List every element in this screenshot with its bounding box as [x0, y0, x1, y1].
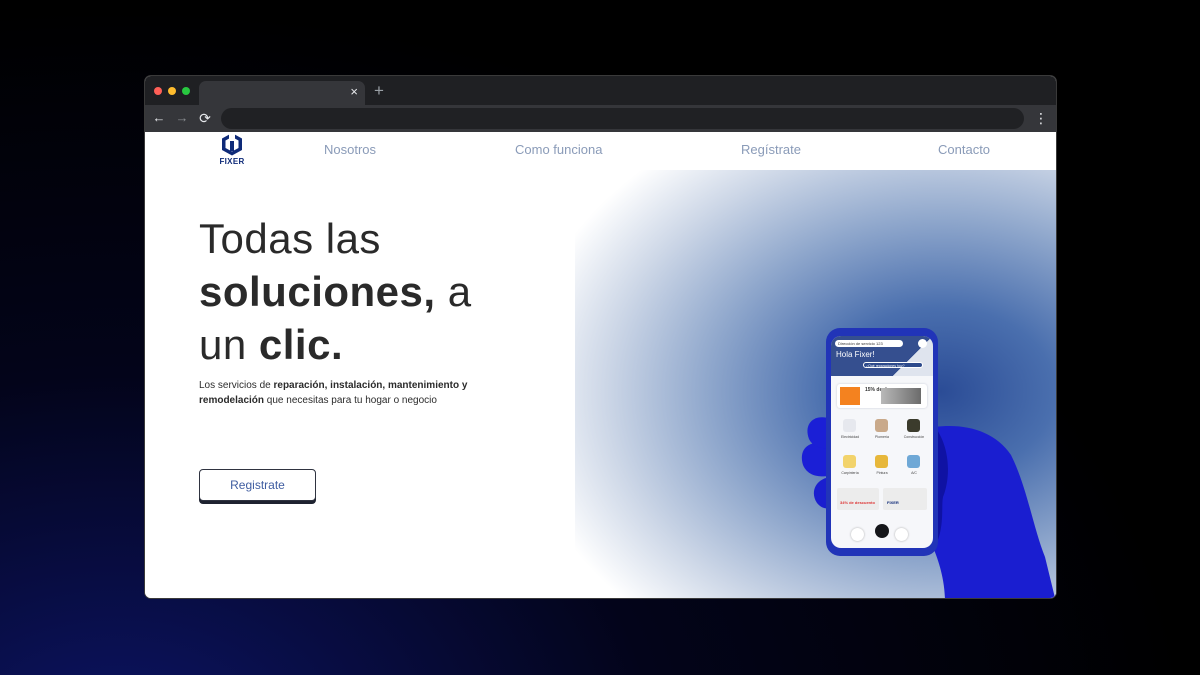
- hero-title-line2: a: [435, 268, 472, 315]
- window-minimize-dot[interactable]: [168, 87, 176, 95]
- carpentry-icon: [843, 455, 856, 468]
- nav-link-como-funciona[interactable]: Como funciona: [515, 142, 602, 158]
- app-promo-banner: 15% de desc.: [837, 384, 927, 408]
- app-promos: 34% de descuento FIXER: [837, 488, 927, 510]
- phone-screen: Dirección de servicio 123 Hola Fixer! ¿Q…: [831, 336, 933, 548]
- construction-icon: [907, 419, 920, 432]
- forward-arrow-icon[interactable]: →: [174, 108, 190, 128]
- profile-icon: [895, 528, 908, 541]
- category-item: Pintura: [869, 452, 895, 480]
- category-label: Plomería: [874, 435, 889, 439]
- hero-title-line3: un: [199, 321, 259, 368]
- hero-title-bold2: clic.: [258, 321, 344, 368]
- category-item: Electricidad: [837, 416, 863, 444]
- nav-link-nosotros[interactable]: Nosotros: [324, 142, 376, 158]
- page-viewport: FIXER Nosotros Como funciona Regístrate …: [145, 132, 1056, 598]
- category-label: A/C: [911, 471, 917, 475]
- wrench-logo-icon: [222, 132, 242, 156]
- air-conditioner-icon: [907, 455, 920, 468]
- category-item: Carpintería: [837, 452, 863, 480]
- hero-description: Los servicios de reparación, instalación…: [199, 378, 499, 408]
- nav-link-contacto[interactable]: Contacto: [938, 142, 990, 158]
- banner-image: [881, 388, 921, 404]
- reload-icon[interactable]: ⟳: [197, 108, 213, 128]
- promo-card-text: 34% de descuento: [840, 500, 875, 505]
- category-item: A/C: [901, 452, 927, 480]
- promo-card-text: FIXER: [887, 500, 899, 505]
- fixer-logo[interactable]: FIXER: [217, 132, 247, 168]
- promo-card: FIXER: [883, 488, 927, 510]
- category-item: Plomería: [869, 416, 895, 444]
- tools-icon: [875, 524, 889, 538]
- browser-tab[interactable]: ×: [199, 81, 365, 105]
- app-search-field: ¿Qué reparaciones hoy?: [863, 362, 923, 368]
- phone-mockup: Dirección de servicio 123 Hola Fixer! ¿Q…: [826, 328, 938, 556]
- app-greeting: Hola Fixer!: [836, 350, 875, 359]
- site-header: FIXER Nosotros Como funciona Regístrate …: [145, 132, 1056, 170]
- app-address-field: Dirección de servicio 123: [835, 340, 903, 347]
- new-tab-icon[interactable]: +: [374, 82, 384, 100]
- category-item: Construcción: [901, 416, 927, 444]
- electricity-icon: [843, 419, 856, 432]
- browser-tab-bar: × +: [145, 76, 1056, 105]
- hero-desc-text2: que necesitas para tu hogar o negocio: [264, 395, 437, 406]
- plumbing-icon: [875, 419, 888, 432]
- category-label: Pintura: [876, 471, 888, 475]
- window-close-dot[interactable]: [154, 87, 162, 95]
- app-avatar-icon: [918, 339, 927, 348]
- logo-text: FIXER: [219, 157, 245, 166]
- hero-title: Todas las soluciones, a un clic.: [199, 212, 579, 371]
- hero-title-bold1: soluciones,: [199, 268, 436, 315]
- app-bottom-nav: [831, 520, 933, 548]
- hero-desc-text1: Los servicios de: [199, 380, 274, 391]
- menu-icon: [851, 528, 864, 541]
- address-bar[interactable]: [221, 108, 1024, 129]
- category-label: Electricidad: [840, 435, 860, 439]
- category-label: Carpintería: [841, 471, 859, 475]
- browser-window: × + ← → ⟳ ⋮ FIXER Nosotros Como funciona…: [145, 76, 1056, 598]
- back-arrow-icon[interactable]: ←: [151, 108, 167, 128]
- tab-close-icon[interactable]: ×: [350, 84, 358, 100]
- register-button[interactable]: Registrate: [199, 469, 316, 501]
- store-logo-icon: [840, 387, 860, 405]
- nav-link-registrate[interactable]: Regístrate: [741, 142, 801, 158]
- browser-toolbar: ← → ⟳ ⋮: [145, 105, 1056, 132]
- hero-title-line1: Todas las: [199, 215, 381, 262]
- paint-icon: [875, 455, 888, 468]
- window-maximize-dot[interactable]: [182, 87, 190, 95]
- browser-menu-icon[interactable]: ⋮: [1034, 108, 1048, 128]
- promo-card: 34% de descuento: [837, 488, 879, 510]
- category-label: Construcción: [903, 435, 925, 439]
